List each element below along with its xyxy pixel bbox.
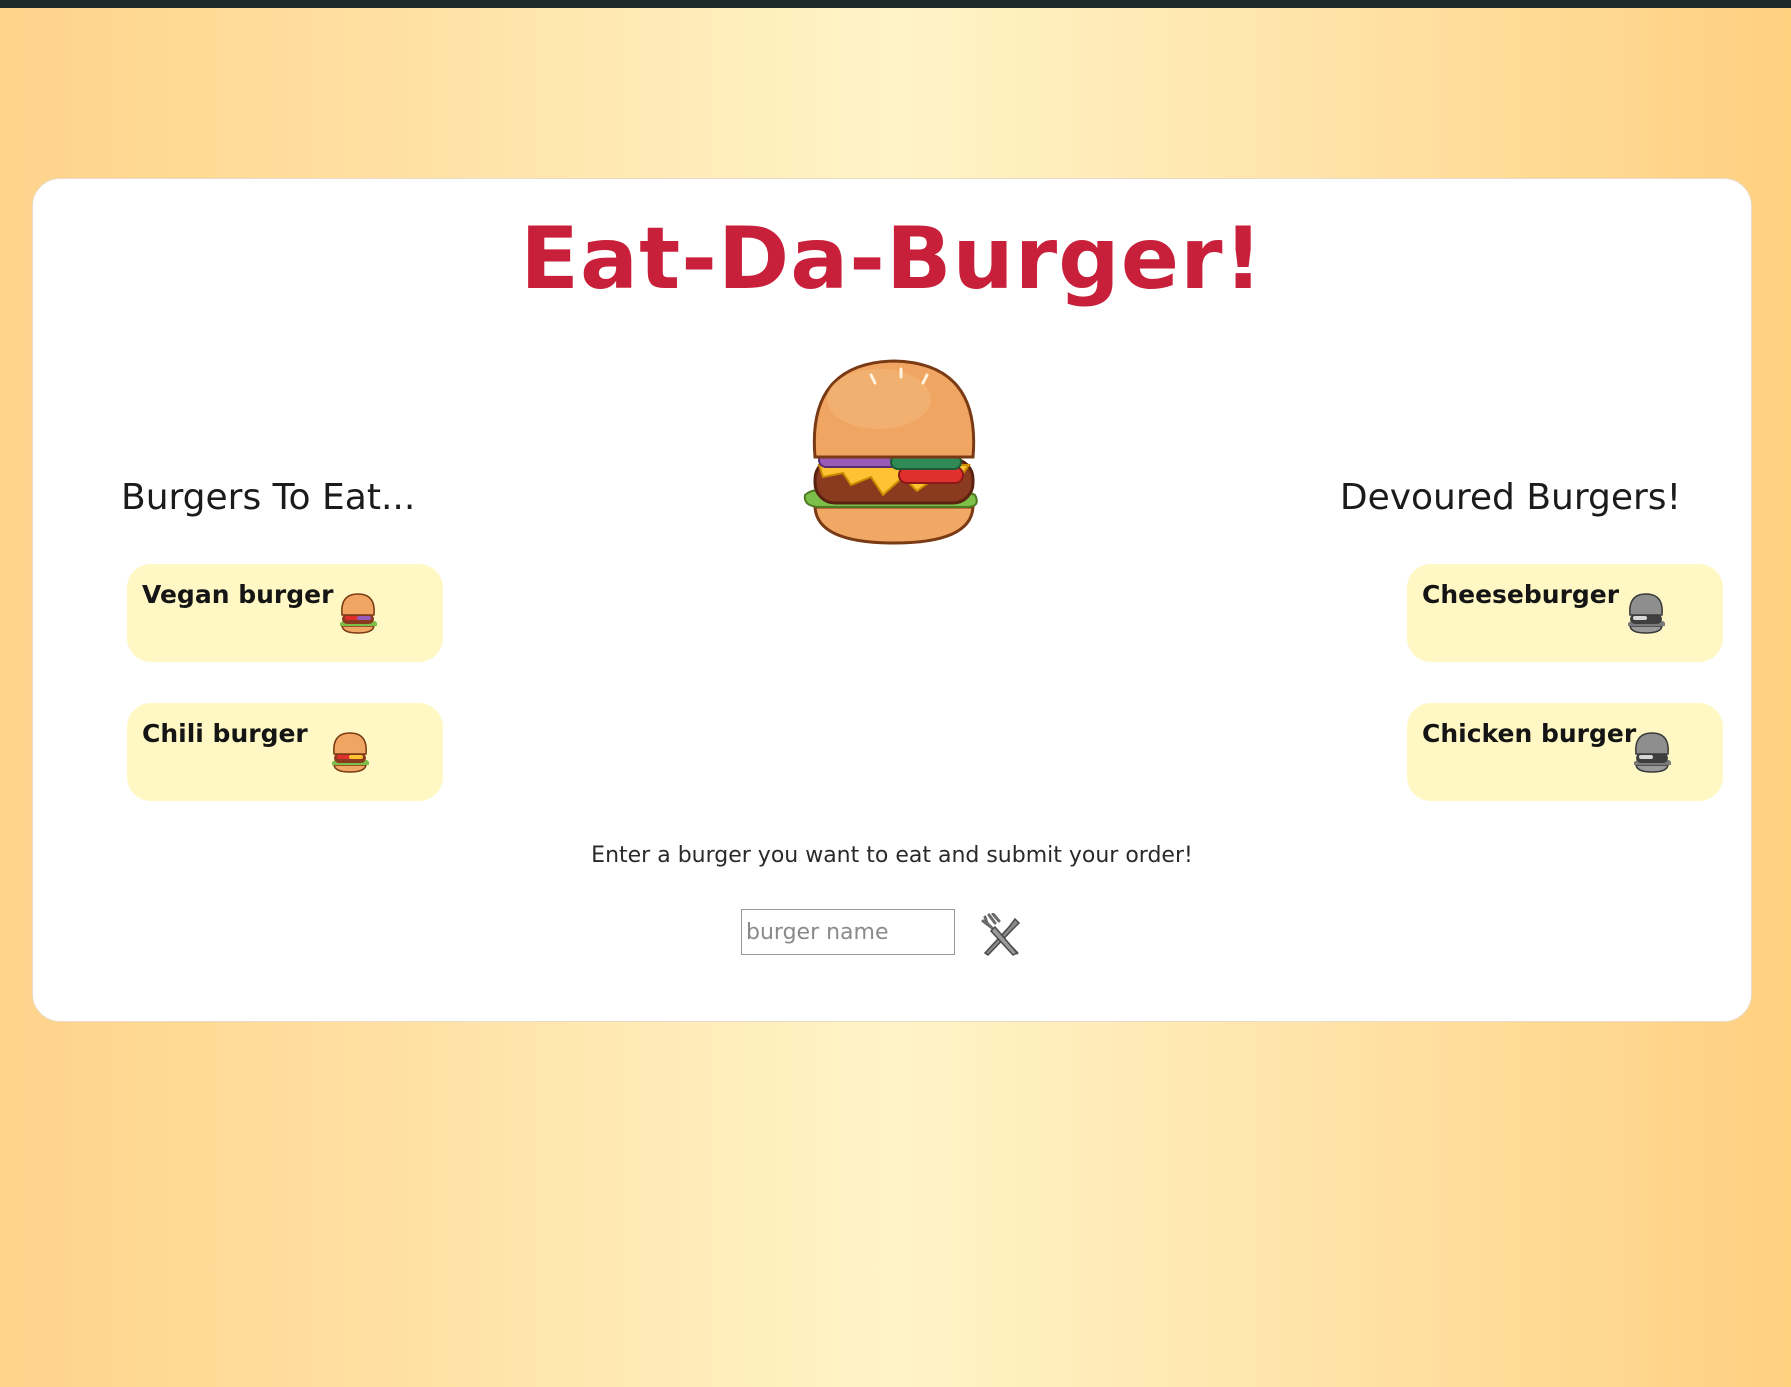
burger-gray-icon xyxy=(1634,732,1671,773)
burger-icon[interactable] xyxy=(329,731,371,773)
burger-name: Cheeseburger xyxy=(1422,580,1620,609)
burger-name: Vegan burger xyxy=(142,580,334,609)
devoured-heading: Devoured Burgers! xyxy=(1339,477,1681,518)
devoured-item: Chicken burger xyxy=(1407,703,1723,801)
burger-name-input[interactable] xyxy=(741,909,955,955)
devoured-item: Cheeseburger xyxy=(1407,564,1723,662)
to-eat-item: Chili burger xyxy=(127,703,443,801)
burger-icon[interactable] xyxy=(337,592,379,634)
burger-name: Chicken burger xyxy=(1422,719,1637,748)
burger-name: Chili burger xyxy=(142,719,308,748)
burger-gray-icon xyxy=(1628,593,1665,634)
to-eat-item: Vegan burger xyxy=(127,564,443,662)
main-card: Eat-Da-Burger! Burgers To Eat... Devoure… xyxy=(32,178,1752,1022)
top-bar xyxy=(0,0,1791,8)
hero-burger-icon xyxy=(803,359,978,545)
fork-knife-icon[interactable] xyxy=(979,913,1023,957)
order-prompt: Enter a burger you want to eat and submi… xyxy=(591,843,1193,868)
to-eat-heading: Burgers To Eat... xyxy=(121,477,416,518)
page-title: Eat-Da-Burger! xyxy=(520,209,1264,309)
